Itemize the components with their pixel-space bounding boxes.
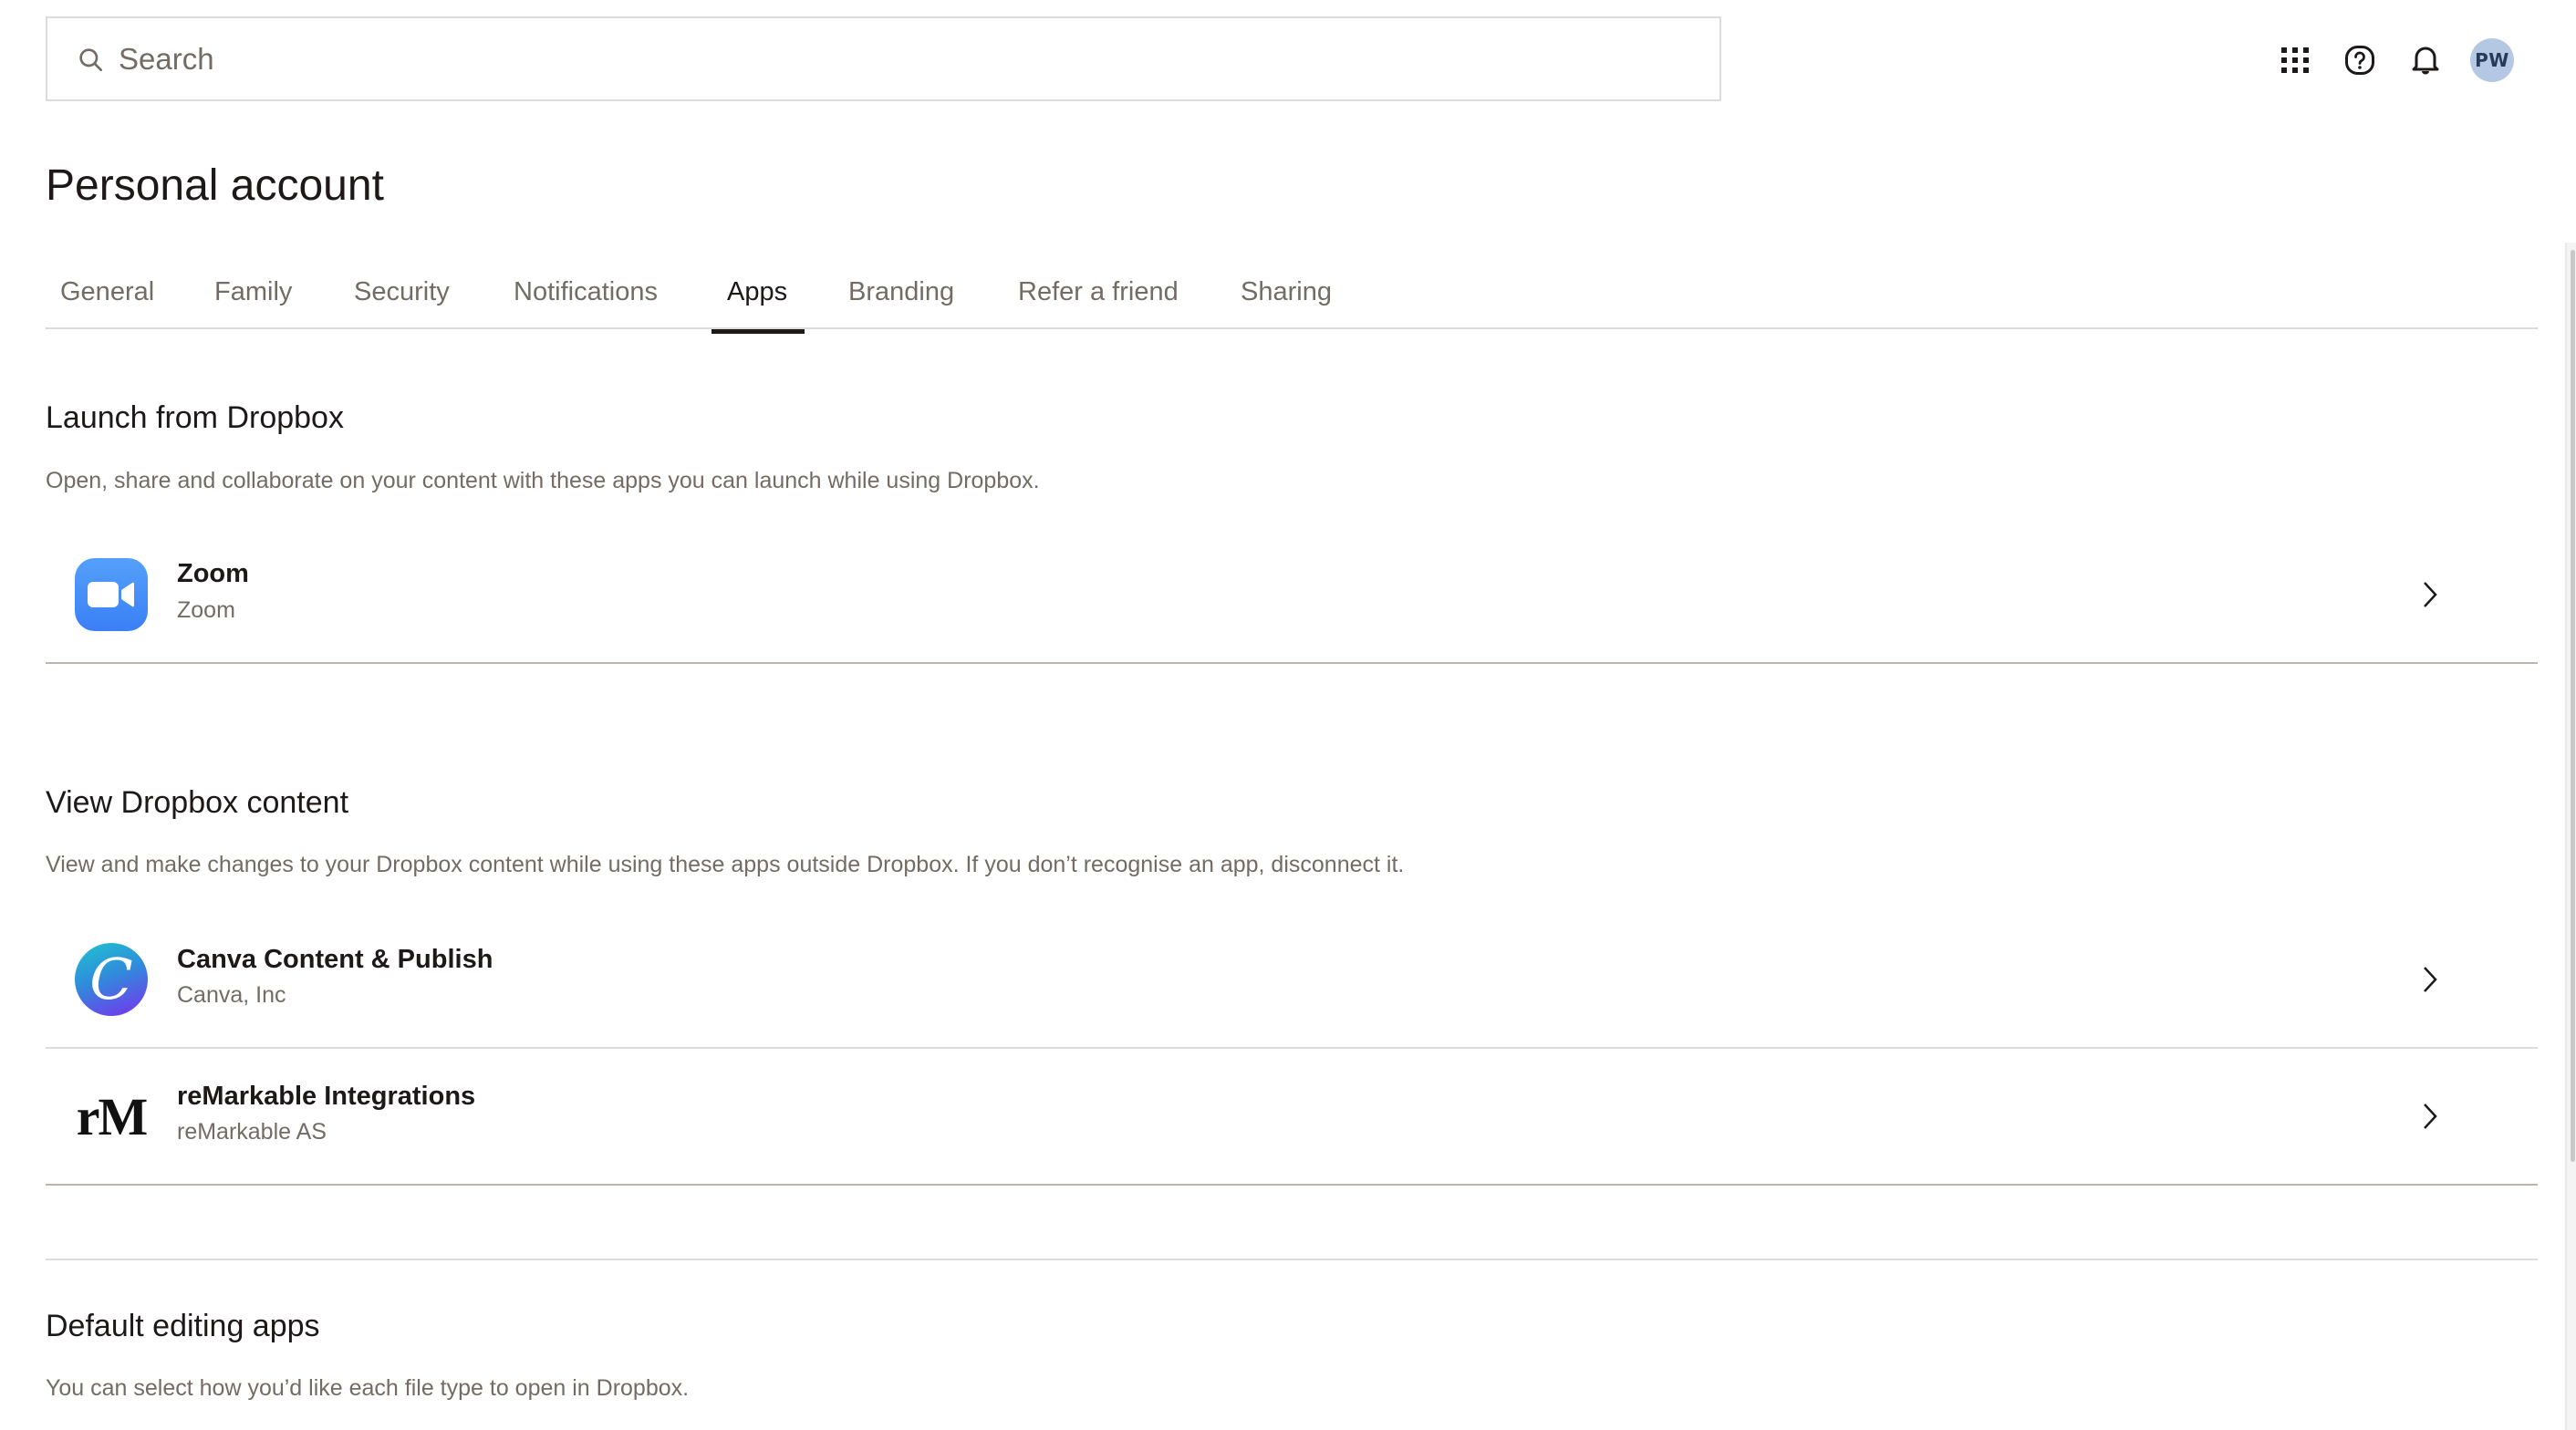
app-vendor: Zoom xyxy=(177,597,235,623)
tab-branding[interactable]: Branding xyxy=(848,272,954,312)
tab-notifications[interactable]: Notifications xyxy=(514,272,658,312)
search-input[interactable] xyxy=(119,18,1669,99)
app-row-zoom[interactable]: Zoom Zoom xyxy=(46,544,2538,664)
tab-security[interactable]: Security xyxy=(354,272,450,312)
tab-general[interactable]: General xyxy=(60,272,154,312)
bell-icon xyxy=(2412,47,2439,75)
app-row-remarkable[interactable]: rM reMarkable Integrations reMarkable AS xyxy=(46,1049,2538,1184)
avatar[interactable]: PW xyxy=(2470,38,2514,82)
section-description-default-editing: You can select how you’d like each file … xyxy=(46,1375,690,1401)
apps-grid-button[interactable] xyxy=(2275,40,2315,80)
section-divider xyxy=(46,1259,2538,1260)
app-row-canva[interactable]: C Canva Content & Publish Canva, Inc xyxy=(46,928,2538,1047)
help-icon xyxy=(2345,46,2374,75)
app-name: Canva Content & Publish xyxy=(177,945,493,974)
help-button[interactable] xyxy=(2340,40,2380,80)
canva-glyph: C xyxy=(89,946,133,1012)
tab-refer-a-friend[interactable]: Refer a friend xyxy=(1018,272,1179,312)
section-description-view: View and make changes to your Dropbox co… xyxy=(46,852,1405,877)
remarkable-icon: rM xyxy=(75,1080,148,1153)
section-title-view: View Dropbox content xyxy=(46,785,349,820)
section-divider xyxy=(46,1184,2538,1186)
active-tab-indicator xyxy=(712,329,805,334)
section-divider xyxy=(46,662,2538,664)
app-vendor: Canva, Inc xyxy=(177,982,286,1008)
chevron-right-icon xyxy=(2424,967,2437,992)
app-name: Zoom xyxy=(177,559,249,588)
canva-icon: C xyxy=(75,943,148,1016)
remarkable-glyph: rM xyxy=(76,1086,148,1146)
scrollbar-thumb[interactable] xyxy=(2571,250,2575,1162)
app-vendor: reMarkable AS xyxy=(177,1119,327,1145)
tab-sharing[interactable]: Sharing xyxy=(1241,272,1332,312)
section-title-launch: Launch from Dropbox xyxy=(46,400,344,435)
search-bar[interactable] xyxy=(46,16,1721,101)
app-name: reMarkable Integrations xyxy=(177,1082,476,1111)
chevron-right-icon xyxy=(2424,1104,2437,1129)
tab-apps[interactable]: Apps xyxy=(727,272,787,312)
notifications-button[interactable] xyxy=(2405,40,2446,80)
tab-family[interactable]: Family xyxy=(214,272,292,312)
grid-icon xyxy=(2281,47,2309,73)
search-icon xyxy=(79,48,102,71)
zoom-icon xyxy=(75,558,148,631)
page-title: Personal account xyxy=(46,161,384,210)
tab-bar-divider xyxy=(46,327,2538,329)
section-title-default-editing: Default editing apps xyxy=(46,1309,320,1343)
section-description-launch: Open, share and collaborate on your cont… xyxy=(46,468,1040,493)
chevron-right-icon xyxy=(2424,582,2437,607)
avatar-initials: PW xyxy=(2475,49,2509,71)
